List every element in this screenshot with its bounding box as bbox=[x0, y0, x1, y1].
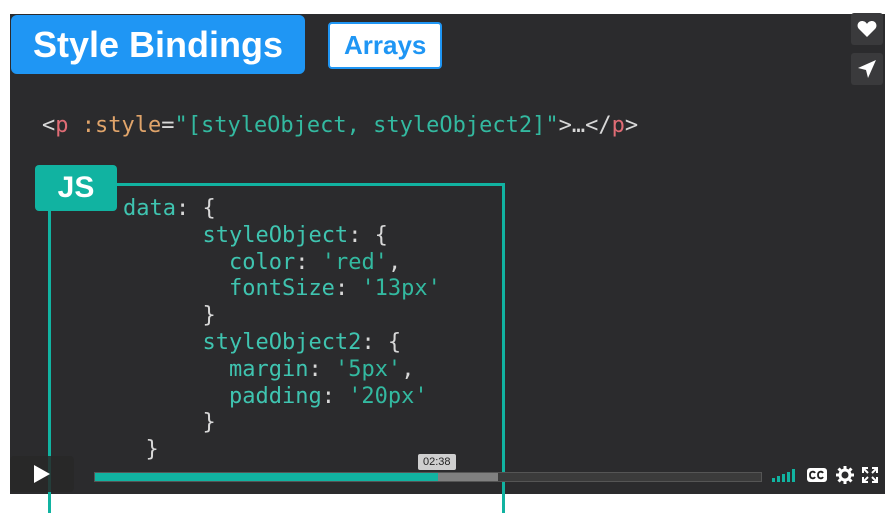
code-key: fontSize bbox=[228, 276, 335, 302]
code-gt-ellipsis: >…</ bbox=[558, 113, 612, 138]
slide-title-text: Style Bindings bbox=[33, 23, 284, 65]
template-code-line: <p :style="[styleObject, styleObject2]">… bbox=[42, 113, 638, 138]
code-lt: < bbox=[42, 113, 56, 138]
code-punctuation: : { bbox=[348, 222, 388, 248]
slide-subtitle-text: Arrays bbox=[344, 30, 427, 60]
code-punctuation: : bbox=[295, 249, 322, 275]
code-tag-close: p bbox=[611, 113, 625, 138]
code-line: styleObject2: { bbox=[123, 330, 401, 355]
code-key: styleObject bbox=[202, 222, 349, 248]
code-line: } bbox=[123, 410, 216, 436]
progress-fill bbox=[95, 473, 438, 481]
code-line: margin: '5px', bbox=[123, 357, 414, 382]
share-button[interactable] bbox=[851, 53, 883, 85]
time-tooltip: 02:38 bbox=[418, 454, 456, 470]
code-string: 'red' bbox=[321, 249, 388, 275]
code-line: padding: '20px' bbox=[123, 384, 428, 409]
heart-icon bbox=[857, 21, 877, 37]
code-punctuation: : { bbox=[361, 330, 402, 355]
code-string: '13px' bbox=[361, 276, 441, 302]
code-punctuation: : { bbox=[175, 196, 216, 221]
progress-bar[interactable] bbox=[94, 472, 762, 482]
code-key: styleObject2 bbox=[202, 330, 362, 355]
code-attr-value: "[styleObject, styleObject2]" bbox=[174, 113, 559, 138]
code-key: padding bbox=[228, 383, 322, 409]
code-string: '5px' bbox=[334, 356, 402, 382]
code-punctuation: } bbox=[202, 303, 216, 329]
code-gt: > bbox=[624, 113, 639, 138]
slide-title: Style Bindings bbox=[11, 15, 306, 74]
code-line: color: 'red', bbox=[123, 250, 401, 275]
play-button[interactable] bbox=[10, 456, 74, 492]
code-tag-open: p bbox=[55, 113, 69, 138]
code-line: fontSize: '13px' bbox=[123, 276, 441, 301]
volume-bars-icon[interactable] bbox=[772, 468, 798, 482]
code-attr: :style bbox=[68, 113, 162, 138]
code-line: data: { bbox=[123, 196, 216, 221]
code-punctuation: : bbox=[334, 276, 362, 302]
code-punctuation: , bbox=[387, 249, 402, 275]
code-eq: = bbox=[161, 113, 175, 138]
fullscreen-icon[interactable] bbox=[862, 467, 878, 483]
code-key: margin bbox=[228, 356, 309, 382]
code-punctuation: : bbox=[321, 383, 349, 409]
send-icon bbox=[858, 60, 876, 78]
settings-icon[interactable] bbox=[836, 466, 854, 484]
code-key: color bbox=[228, 249, 296, 275]
like-button[interactable] bbox=[851, 13, 883, 45]
player-right-controls bbox=[772, 466, 878, 484]
js-label-text: JS bbox=[57, 171, 95, 204]
code-line: styleObject: { bbox=[123, 222, 388, 248]
slide-subtitle: Arrays bbox=[328, 22, 443, 69]
code-punctuation: : bbox=[308, 356, 335, 382]
code-key: data bbox=[123, 196, 176, 221]
code-string: '20px' bbox=[348, 383, 428, 409]
js-label: JS bbox=[35, 165, 117, 211]
code-punctuation: } bbox=[202, 410, 216, 436]
cc-icon[interactable] bbox=[806, 467, 828, 483]
player-controls: 02:38 bbox=[10, 454, 885, 494]
code-line: } bbox=[123, 303, 216, 329]
play-icon bbox=[34, 465, 50, 483]
code-punctuation: , bbox=[401, 356, 415, 382]
